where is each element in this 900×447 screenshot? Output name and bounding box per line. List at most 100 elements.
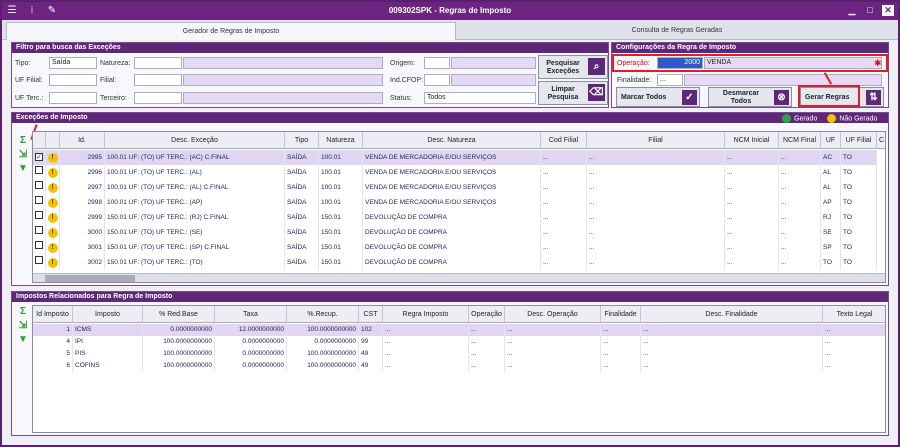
table-row[interactable]: ! 2996 100.01 UF: (TO) UF TERC.: (AL) SAÍDA… (33, 165, 885, 180)
cell-descfin: ... (641, 336, 823, 348)
limpar-button[interactable]: Limpar Pesquisa ⌫ (538, 81, 608, 105)
excecoes-grid[interactable]: Id. Desc. Exceção Tipo Natureza Desc. Nature… (32, 131, 886, 283)
cell-uffilial: TO (841, 150, 877, 165)
natureza-code-input[interactable] (134, 57, 182, 69)
cell-nat: 100.01 (319, 195, 363, 210)
checkbox-icon[interactable] (35, 166, 43, 174)
row-checkbox[interactable] (33, 165, 46, 180)
tab-gerador[interactable]: Gerador de Regras de Imposto (6, 22, 456, 40)
origem-code-input[interactable] (424, 57, 450, 69)
column-header[interactable]: Id. (60, 132, 105, 149)
sum-icon[interactable]: Σ (17, 135, 29, 147)
column-header[interactable]: % Red.Base (143, 306, 215, 323)
export-icon[interactable]: ⇲ (17, 149, 29, 161)
row-checkbox[interactable]: ✓ (33, 150, 46, 165)
row-status: ! (46, 210, 60, 225)
tab-consulta[interactable]: Consulta de Regras Geradas (457, 22, 897, 40)
cell-imposto: PIS (73, 348, 143, 360)
column-header[interactable]: UF (821, 132, 841, 149)
column-header[interactable]: UF Filial (841, 132, 877, 149)
horizontal-scrollbar[interactable] (33, 273, 885, 282)
sum-icon-2[interactable]: Σ (17, 306, 29, 318)
cell-descop: ... (505, 348, 601, 360)
row-checkbox[interactable] (33, 195, 46, 210)
tipo-select[interactable]: Saída (49, 57, 97, 69)
column-header[interactable]: Natureza (319, 132, 363, 149)
limpar-label: Limpar Pesquisa (547, 86, 579, 101)
maximize-icon[interactable]: □ (864, 5, 876, 16)
checkbox-icon[interactable] (35, 241, 43, 249)
desmarcar-todos-button[interactable]: Desmarcar Todos ⊗ (708, 87, 792, 107)
checkbox-icon[interactable] (35, 211, 43, 219)
finalidade-code-input[interactable]: ... (657, 74, 683, 86)
status-select[interactable]: Todos (424, 92, 536, 104)
column-header[interactable]: Finalidade (601, 306, 641, 323)
cell-recup: 100.0000000000 (287, 348, 359, 360)
cell-recup: 100.0000000000 (287, 324, 359, 336)
cell-nat: 100.01 (319, 150, 363, 165)
table-row[interactable]: ✓! 2995 100.01 UF: (TO) UF TERC.: (AC) C.F… (33, 150, 885, 165)
close-icon[interactable]: ✕ (882, 5, 894, 16)
tipo-label: Tipo: (15, 60, 31, 67)
uf-terc-input[interactable] (49, 92, 97, 104)
column-header[interactable]: Imposto (73, 306, 143, 323)
terceiro-code-input[interactable] (134, 92, 182, 104)
table-row[interactable]: ! 2997 100.01 UF: (TO) UF TERC.: (AL) C.FI… (33, 180, 885, 195)
minimize-icon[interactable]: ▁ (846, 5, 858, 16)
marcar-todos-button[interactable]: Marcar Todos ✓ (616, 87, 700, 107)
cell-fin: ... (601, 348, 641, 360)
table-row[interactable]: 4 IPI 100.0000000000 0.0000000000 0.00000000… (33, 336, 885, 348)
table-row[interactable]: ! 2998 100.01 UF: (TO) UF TERC.: (AP) SAÍDA… (33, 195, 885, 210)
column-header[interactable]: Desc. Finalidade (641, 306, 823, 323)
table-row[interactable]: 1 ICMS 0.0000000000 12.0000000000 100.000000… (33, 324, 885, 336)
column-header[interactable]: Taxa (215, 306, 287, 323)
table-row[interactable]: 6 COFINS 100.0000000000 0.0000000000 100.000… (33, 360, 885, 372)
export-icon-2[interactable]: ⇲ (17, 320, 29, 332)
filial-code-input[interactable] (134, 74, 182, 86)
column-header[interactable]: Desc. Operação (505, 306, 601, 323)
app-window: ☰ ⦙ ✎ 009302SPK - Regras de Imposto ▁ □ … (0, 0, 900, 447)
checkbox-icon[interactable] (35, 226, 43, 234)
scrollbar-thumb[interactable] (45, 275, 135, 282)
filter-down-icon[interactable]: ▼ (17, 163, 29, 175)
table-row[interactable]: ! 3001 150.01 UF: (TO) UF TERC.: (SP) C.FI… (33, 240, 885, 255)
column-header[interactable]: C (877, 132, 885, 149)
row-checkbox[interactable] (33, 180, 46, 195)
pesquisar-label: Pesquisar Exceções (546, 60, 580, 75)
checkbox-icon[interactable] (35, 181, 43, 189)
column-header[interactable]: Desc. Natureza (363, 132, 541, 149)
checkbox-icon[interactable]: ✓ (35, 153, 43, 161)
table-row[interactable]: ! 2999 150.01 UF: (TO) UF TERC.: (RJ) C.FI… (33, 210, 885, 225)
row-checkbox[interactable] (33, 255, 46, 270)
column-header[interactable]: Filial (587, 132, 725, 149)
uf-filial-input[interactable] (49, 74, 97, 86)
cell-imposto: IPI (73, 336, 143, 348)
column-header[interactable]: Texto Legal (823, 306, 885, 323)
column-header[interactable]: %.Recup. (287, 306, 359, 323)
filtro-title: Filtro para busca das Exceções (12, 43, 608, 53)
column-header[interactable]: Tipo (285, 132, 319, 149)
pesquisar-button[interactable]: Pesquisar Exceções ⌕ (538, 55, 608, 79)
column-header[interactable]: Id Imposto (33, 306, 73, 323)
impostos-grid[interactable]: Id Imposto Imposto% Red.Base Taxa %.Recup. C… (32, 305, 886, 433)
table-row[interactable]: 5 PIS 100.0000000000 0.0000000000 100.000000… (33, 348, 885, 360)
column-header[interactable]: CST (359, 306, 383, 323)
row-checkbox[interactable] (33, 225, 46, 240)
checkbox-icon[interactable] (35, 196, 43, 204)
table-row[interactable]: ! 3002 150.01 UF: (TO) UF TERC.: (TO) SAÍDA… (33, 255, 885, 270)
indcfop-code-input[interactable] (424, 74, 450, 86)
column-header[interactable]: Regra Imposto (383, 306, 469, 323)
column-header[interactable]: NCM Final (779, 132, 821, 149)
checkbox-icon[interactable] (35, 256, 43, 264)
table-row[interactable]: ! 3000 150.01 UF: (TO) UF TERC.: (SE) SAÍDA… (33, 225, 885, 240)
filter-down-icon-2[interactable]: ▼ (17, 334, 29, 346)
cell-taxa: 0.0000000000 (215, 360, 287, 372)
column-header[interactable]: Operação (469, 306, 505, 323)
row-checkbox[interactable] (33, 240, 46, 255)
cell-uffilial: TO (841, 165, 877, 180)
row-checkbox[interactable] (33, 210, 46, 225)
column-header[interactable]: NCM Inicial (725, 132, 779, 149)
column-header[interactable]: Cod Filial (541, 132, 587, 149)
column-header[interactable]: Desc. Exceção (105, 132, 285, 149)
tab-bar: Gerador de Regras de Imposto Consulta de… (2, 20, 898, 40)
